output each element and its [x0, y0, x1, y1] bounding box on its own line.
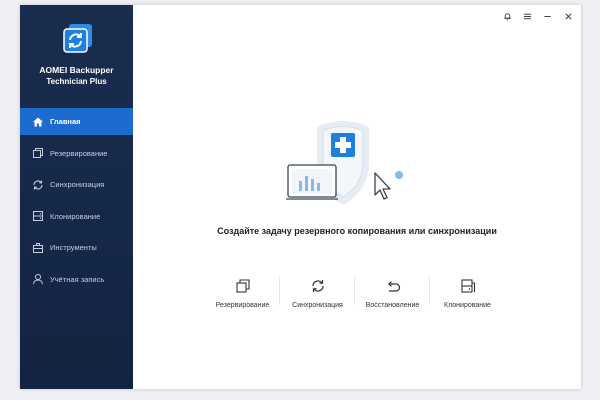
clone-icon — [32, 210, 44, 222]
minimize-icon — [543, 8, 552, 26]
restore-icon — [385, 278, 401, 294]
sidebar-item-sync[interactable]: Синхронизация — [20, 171, 133, 198]
sidebar-item-home[interactable]: Главная — [20, 108, 133, 135]
action-label: Синхронизация — [292, 302, 343, 309]
close-icon — [564, 8, 573, 26]
sidebar-item-label: Резервирование — [50, 148, 108, 158]
quick-actions: Резервирование Синхронизация Восстановле… — [205, 277, 505, 317]
action-label: Восстановление — [365, 302, 420, 309]
home-icon — [32, 116, 44, 128]
action-restore[interactable]: Восстановление — [355, 277, 430, 317]
sidebar-item-tools[interactable]: Инструменты — [20, 234, 133, 261]
close-button[interactable] — [560, 9, 576, 25]
backup-icon — [235, 278, 251, 294]
tools-icon — [32, 242, 44, 254]
sidebar-item-account[interactable]: Учётная запись — [20, 266, 133, 293]
menu-button[interactable] — [519, 9, 535, 25]
action-label: Резервирование — [215, 302, 270, 309]
minimize-button[interactable] — [539, 9, 555, 25]
action-clone[interactable]: Клонирование — [430, 277, 505, 317]
sidebar: AOMEI Backupper Technician Plus Главная … — [20, 5, 133, 389]
clone-icon — [460, 278, 476, 294]
bell-icon — [503, 8, 512, 26]
sidebar-item-label: Главная — [50, 117, 81, 126]
sidebar-item-clone[interactable]: Клонирование — [20, 203, 133, 230]
sidebar-item-label: Учётная запись — [50, 274, 105, 284]
sidebar-item-label: Клонирование — [50, 211, 101, 221]
sync-icon — [310, 278, 326, 294]
app-window: AOMEI Backupper Technician Plus Главная … — [20, 5, 581, 389]
user-icon — [32, 273, 44, 285]
hero-illustration — [283, 109, 423, 209]
sidebar-item-label: Инструменты — [50, 243, 97, 252]
menu-icon — [523, 8, 532, 26]
notifications-button[interactable] — [499, 9, 515, 25]
sidebar-item-backup[interactable]: Резервирование — [20, 140, 133, 167]
action-sync[interactable]: Синхронизация — [280, 277, 355, 317]
action-backup[interactable]: Резервирование — [205, 277, 280, 317]
dot-icon — [395, 171, 403, 179]
cursor-icon — [374, 172, 391, 200]
main-content: Создайте задачу резервного копирования и… — [133, 5, 581, 389]
action-label: Клонирование — [444, 302, 491, 309]
app-name: AOMEI Backupper — [39, 65, 114, 75]
backup-icon — [32, 147, 44, 159]
app-logo — [60, 22, 94, 56]
sidebar-nav: Главная Резервирование Синхронизация Кло… — [20, 108, 133, 297]
plus-icon — [331, 133, 355, 157]
sync-icon — [32, 179, 44, 191]
sidebar-item-label: Синхронизация — [50, 180, 105, 189]
app-edition: Technician Plus — [46, 77, 107, 86]
create-task-prompt: Создайте задачу резервного копирования и… — [217, 226, 497, 236]
monitor-icon — [286, 164, 338, 200]
